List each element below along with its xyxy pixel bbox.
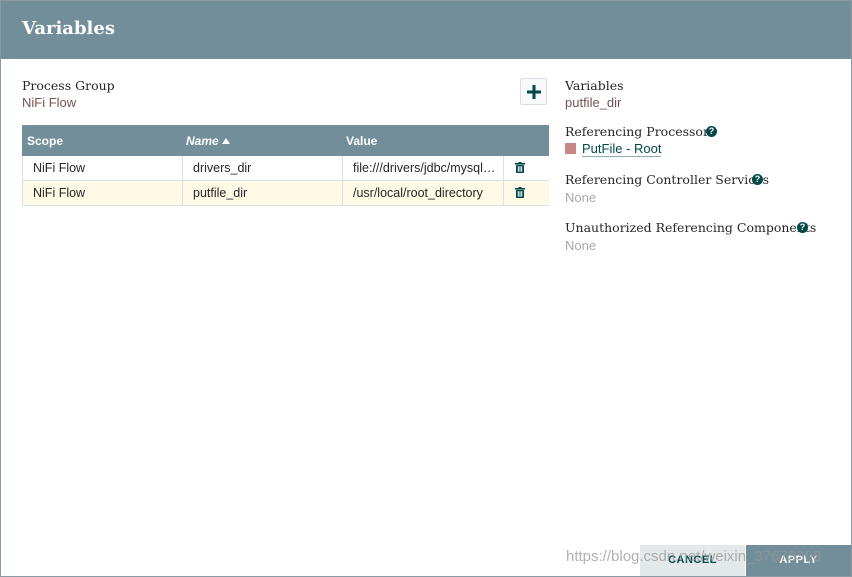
referencing-controller-services-label: Referencing Controller Services <box>565 172 770 187</box>
process-group-value: NiFi Flow <box>22 95 77 110</box>
unauthorized-components-value: None <box>565 238 597 253</box>
help-icon[interactable]: ? <box>752 174 763 185</box>
table-header: Scope Name Value <box>22 125 549 156</box>
dialog-header: Variables <box>1 1 851 59</box>
cell-scope: NiFi Flow <box>22 181 182 205</box>
trash-icon[interactable] <box>515 187 525 198</box>
cell-value[interactable]: file:///drivers/jdbc/mysql-connector-jav… <box>342 156 503 180</box>
cell-name[interactable]: putfile_dir <box>182 181 342 205</box>
selected-variable-name: putfile_dir <box>565 95 622 110</box>
variables-dialog: Variables Process Group NiFi Flow Scope … <box>0 0 852 577</box>
referencing-processor-link[interactable]: PutFile - Root <box>582 141 662 157</box>
help-icon[interactable]: ? <box>706 126 717 137</box>
trash-icon[interactable] <box>515 162 525 173</box>
column-header-value[interactable]: Value <box>346 134 377 148</box>
cell-scope: NiFi Flow <box>22 156 182 180</box>
cell-name[interactable]: drivers_dir <box>182 156 342 180</box>
sort-ascending-icon <box>222 138 230 144</box>
help-icon[interactable]: ? <box>797 222 808 233</box>
dialog-title: Variables <box>22 18 115 39</box>
watermark: https://blog.csdn.net/weixin_37673308 <box>566 548 822 565</box>
variables-table: Scope Name Value NiFi Flow drivers_dir f… <box>22 125 549 206</box>
plus-icon <box>527 85 541 99</box>
referencing-processors-label: Referencing Processors <box>565 124 716 139</box>
column-header-scope[interactable]: Scope <box>27 134 63 148</box>
table-row[interactable]: NiFi Flow drivers_dir file:///drivers/jd… <box>22 156 549 181</box>
column-header-name[interactable]: Name <box>186 134 219 148</box>
add-variable-button[interactable] <box>520 78 547 105</box>
process-group-label: Process Group <box>22 78 115 93</box>
variables-label: Variables <box>565 78 624 93</box>
processor-status-swatch <box>565 143 576 154</box>
referencing-controller-services-value: None <box>565 190 597 205</box>
table-row[interactable]: NiFi Flow putfile_dir /usr/local/root_di… <box>22 181 549 206</box>
cell-actions <box>503 156 549 180</box>
cell-value[interactable]: /usr/local/root_directory <box>342 181 503 205</box>
cell-actions <box>503 181 549 205</box>
unauthorized-components-label: Unauthorized Referencing Components <box>565 220 817 235</box>
